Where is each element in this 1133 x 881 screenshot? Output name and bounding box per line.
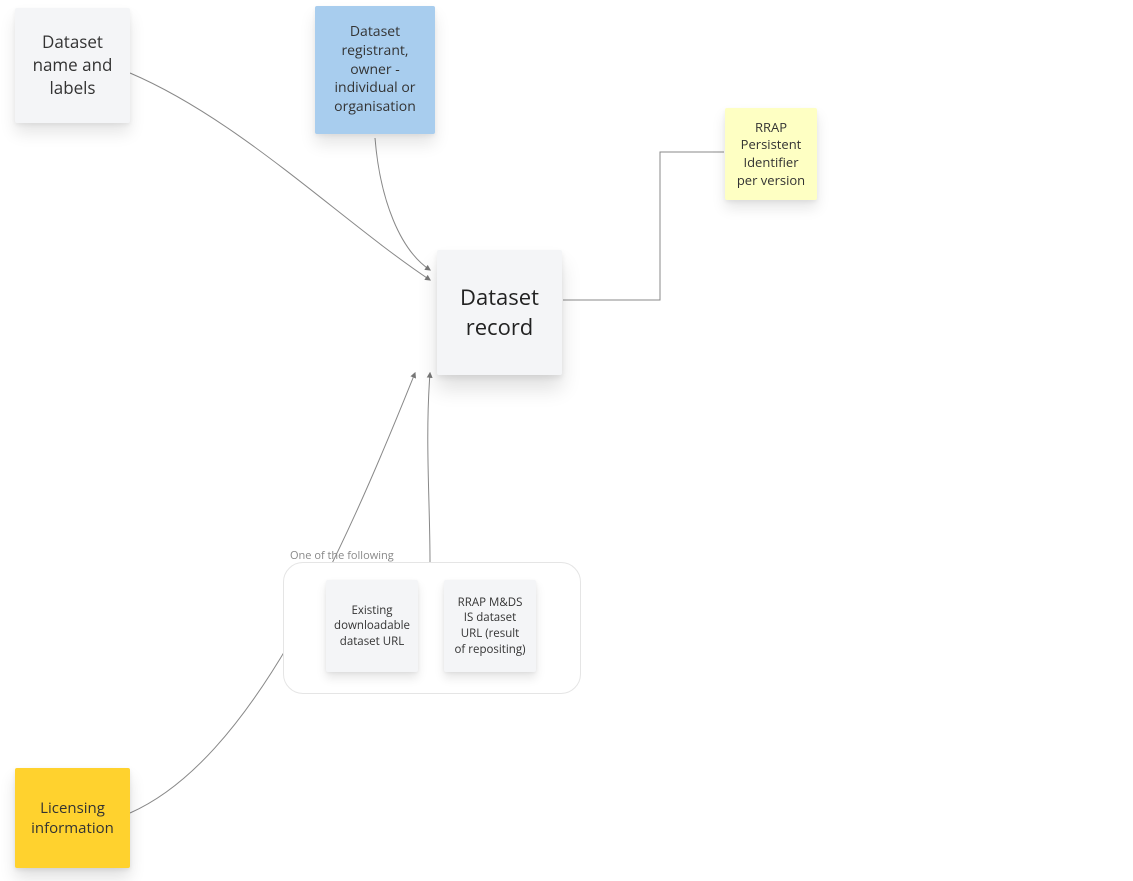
connectors-layer bbox=[0, 0, 1133, 881]
node-dataset-name: Dataset name and labels bbox=[15, 8, 130, 123]
node-dataset-registrant: Dataset registrant, owner - individual o… bbox=[315, 6, 435, 134]
node-dataset-registrant-label: Dataset registrant, owner - individual o… bbox=[325, 23, 425, 117]
node-rrap-pid-label: RRAP Persistent Identifier per version bbox=[735, 119, 807, 189]
node-option-rrap-url-label: RRAP M&DS IS dataset URL (result of repo… bbox=[454, 595, 526, 657]
node-dataset-record-label: Dataset record bbox=[447, 283, 552, 342]
node-option-rrap-url: RRAP M&DS IS dataset URL (result of repo… bbox=[444, 580, 536, 672]
node-dataset-record: Dataset record bbox=[437, 250, 562, 375]
group-one-of-label-text: One of the following bbox=[290, 548, 394, 563]
node-option-existing-url-label: Existing downloadable dataset URL bbox=[334, 603, 410, 650]
group-one-of-label: One of the following bbox=[290, 548, 394, 563]
node-licensing-label: Licensing information bbox=[25, 798, 120, 839]
node-dataset-name-label: Dataset name and labels bbox=[25, 31, 120, 100]
diagram-canvas: Dataset name and labels Dataset registra… bbox=[0, 0, 1133, 881]
node-option-existing-url: Existing downloadable dataset URL bbox=[326, 580, 418, 672]
node-rrap-pid: RRAP Persistent Identifier per version bbox=[725, 108, 817, 200]
node-licensing: Licensing information bbox=[15, 768, 130, 868]
